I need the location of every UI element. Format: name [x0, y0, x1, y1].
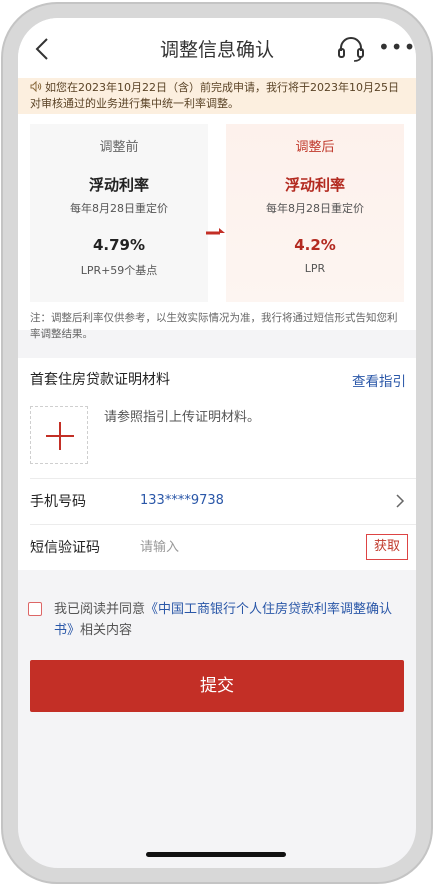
sms-code-label: 短信验证码: [30, 540, 100, 556]
plus-icon: [46, 422, 74, 450]
before-rate-value: 4.79%: [92, 236, 146, 254]
agreement-suffix: 相关内容: [80, 623, 133, 638]
materials-section: 首套住房贷款证明材料 查看指引 请参照指引上传证明材料。: [18, 358, 416, 478]
rate-after-card: 调整后 浮动利率 每年8月28日重定价 4.2% LPR: [226, 124, 404, 302]
phone-label: 手机号码: [30, 494, 86, 510]
upload-hint: 请参照指引上传证明材料。: [104, 410, 261, 425]
before-rate-basis: LPR+59个基点: [80, 264, 158, 277]
sms-code-input[interactable]: [140, 534, 330, 560]
sms-code-row: 短信验证码 获取: [18, 524, 416, 570]
agreement-checkbox[interactable]: [28, 602, 42, 616]
after-reset-date: 每年8月28日重定价: [266, 202, 364, 215]
rate-footnote: 注：调整后利率仅供参考，以生效实际情况为准，我行将通过短信形式告知您利率调整结果…: [30, 312, 398, 340]
phone-screen: 调整信息确认 ••• 如您在2023年10月22日（含）前完成申请，我行将于20…: [18, 18, 416, 868]
customer-service-headset-icon[interactable]: [336, 34, 366, 62]
before-reset-date: 每年8月28日重定价: [70, 202, 168, 215]
after-rate-basis: LPR: [304, 262, 326, 275]
materials-title: 首套住房贷款证明材料: [30, 372, 170, 388]
phone-row[interactable]: 手机号码 133****9738: [18, 478, 416, 524]
rate-before-card: 调整前 浮动利率 每年8月28日重定价 4.79% LPR+59个基点: [30, 124, 208, 302]
get-code-button[interactable]: 获取: [366, 534, 408, 560]
chevron-right-icon[interactable]: [394, 492, 406, 510]
divider: [30, 524, 416, 525]
after-rate-type: 浮动利率: [284, 176, 345, 194]
after-label: 调整后: [295, 140, 335, 155]
home-indicator: [146, 852, 286, 857]
notice-text: 如您在2023年10月22日（含）前完成申请，我行将于2023年10月25日对审…: [30, 81, 399, 110]
agreement-section: 我已阅读并同意《中国工商银行个人住房贷款利率调整确认书》相关内容: [18, 584, 416, 644]
notice-banner: 如您在2023年10月22日（含）前完成申请，我行将于2023年10月25日对审…: [18, 78, 416, 114]
before-rate-type: 浮动利率: [88, 176, 149, 194]
right-arrow-icon: [206, 228, 225, 235]
view-guide-link[interactable]: 查看指引: [352, 370, 406, 390]
agreement-prefix: 我已阅读并同意: [54, 602, 146, 617]
submit-button[interactable]: 提交: [30, 660, 404, 712]
phone-value: 133****9738: [140, 493, 224, 508]
after-rate-value: 4.2%: [294, 236, 336, 254]
nav-bar: 调整信息确认 •••: [18, 18, 416, 78]
more-options-icon[interactable]: •••: [378, 35, 416, 59]
divider: [30, 478, 416, 479]
agreement-text: 我已阅读并同意《中国工商银行个人住房贷款利率调整确认书》相关内容: [54, 599, 404, 641]
rate-comparison: 调整前 浮动利率 每年8月28日重定价 4.79% LPR+59个基点 调整后 …: [18, 114, 416, 340]
upload-button[interactable]: [30, 406, 88, 464]
before-label: 调整前: [99, 140, 139, 155]
speaker-icon: [30, 81, 42, 92]
